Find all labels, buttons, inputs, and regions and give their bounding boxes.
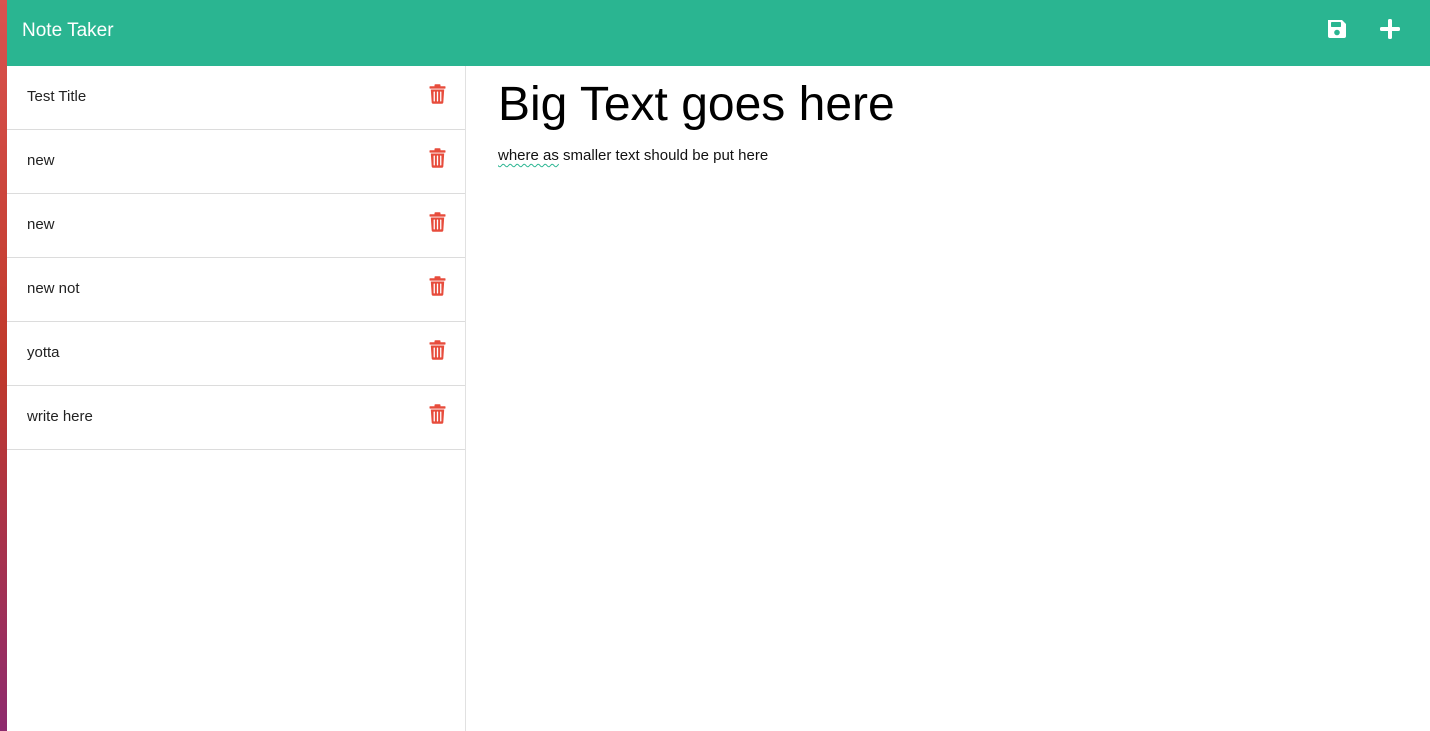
note-list-item[interactable]: Test Title [7, 66, 465, 130]
spellcheck-underlined-text: where as [498, 147, 559, 164]
note-title[interactable]: new [27, 216, 55, 234]
note-body-textarea[interactable]: where as smaller text should be put here [498, 147, 768, 165]
note-list-item[interactable]: new [7, 194, 465, 258]
trash-icon[interactable] [429, 340, 446, 360]
navbar: Note Taker [7, 0, 1430, 66]
trash-icon[interactable] [429, 212, 446, 232]
note-editor: Big Text goes here where as smaller text… [466, 66, 1430, 731]
plus-icon[interactable] [1378, 17, 1402, 41]
note-list-item[interactable]: new not [7, 258, 465, 322]
desktop-edge [0, 0, 7, 731]
app-title[interactable]: Note Taker [22, 19, 114, 43]
note-title[interactable]: write here [27, 408, 93, 426]
trash-icon[interactable] [429, 148, 446, 168]
note-list-item[interactable]: new [7, 130, 465, 194]
note-title[interactable]: new [27, 152, 55, 170]
notes-sidebar: Test Title new new new not yotta write h… [7, 66, 466, 731]
note-list-item[interactable]: write here [7, 386, 465, 450]
note-list-item[interactable]: yotta [7, 322, 465, 386]
note-title[interactable]: yotta [27, 344, 60, 362]
note-body-text: smaller text should be put here [558, 147, 769, 164]
note-taker-app: Note Taker Test Title new new new not yo… [7, 0, 1430, 731]
floppy-disk-icon[interactable] [1325, 17, 1349, 41]
note-title[interactable]: Test Title [27, 88, 86, 106]
notes-list: Test Title new new new not yotta write h… [7, 66, 465, 450]
note-title-input[interactable]: Big Text goes here [498, 78, 895, 132]
note-title[interactable]: new not [27, 280, 80, 298]
trash-icon[interactable] [429, 84, 446, 104]
trash-icon[interactable] [429, 276, 446, 296]
trash-icon[interactable] [429, 404, 446, 424]
